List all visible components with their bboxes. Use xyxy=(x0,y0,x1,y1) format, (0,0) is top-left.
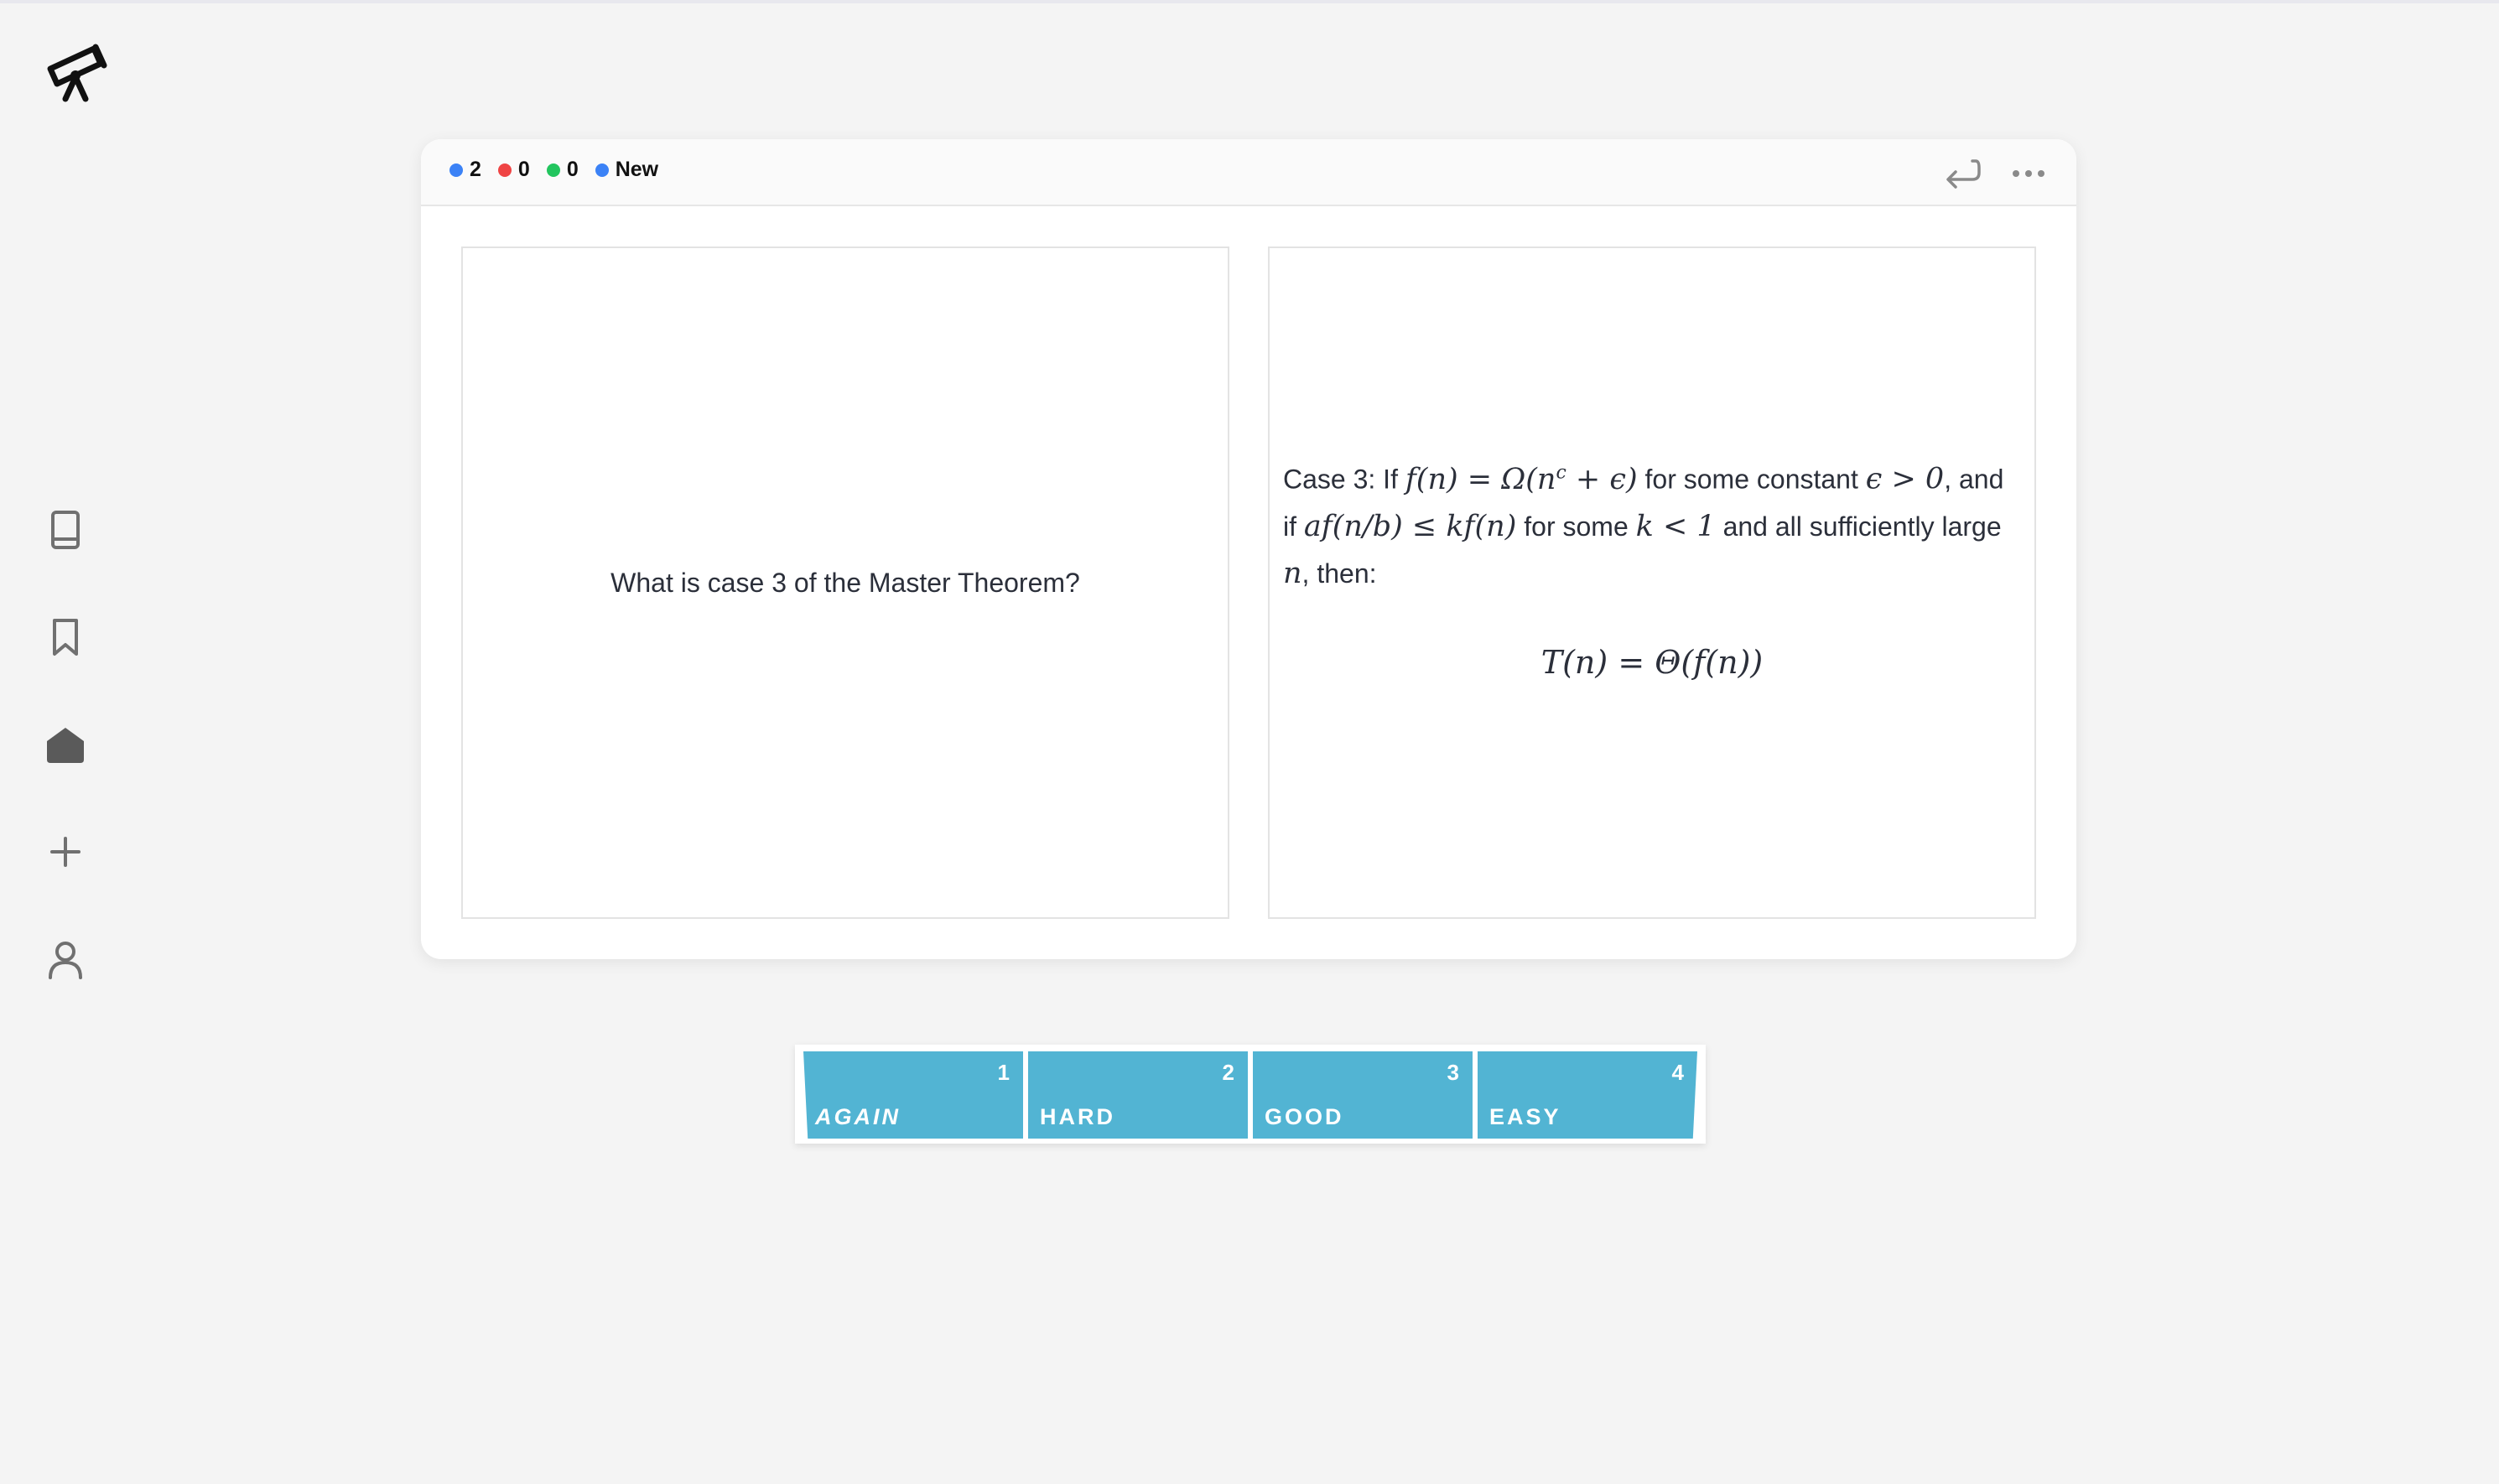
book-icon[interactable] xyxy=(44,508,87,552)
green-dot-icon xyxy=(546,163,560,177)
math-inline: af(n/b) ≤ kf(n) xyxy=(1303,509,1517,543)
undo-icon[interactable] xyxy=(1939,151,1984,196)
user-icon[interactable] xyxy=(44,937,87,981)
card-front: What is case 3 of the Master Theorem? xyxy=(461,246,1229,919)
answer-text: Case 3: If f(n) = Ω(nc + ϵ) for some con… xyxy=(1283,449,2021,597)
question-text: What is case 3 of the Master Theorem? xyxy=(610,567,1080,598)
hard-button[interactable]: 2 HARD xyxy=(1028,1051,1248,1139)
math-inline: n xyxy=(1283,556,1302,590)
math-display: T(n) = Θ(f(n)) xyxy=(1540,644,1764,681)
grade-label: AGAIN xyxy=(815,1104,901,1129)
answer-fragment: , then: xyxy=(1301,558,1377,589)
plus-icon[interactable] xyxy=(44,830,87,874)
answer-fragment: for some xyxy=(1516,511,1636,542)
grade-label: GOOD xyxy=(1265,1104,1344,1129)
math-inline: k < 1 xyxy=(1635,509,1716,543)
shortcut-key: 2 xyxy=(1222,1060,1234,1085)
count-green: 0 xyxy=(546,158,579,182)
review-counts: 2 0 0 New xyxy=(449,158,675,182)
grade-buttons: 1 AGAIN 2 HARD 3 GOOD 4 EASY xyxy=(795,1045,1706,1144)
home-icon[interactable] xyxy=(44,723,87,766)
count-value: 0 xyxy=(566,158,579,181)
telescope-icon[interactable] xyxy=(45,42,112,104)
math-inline: ϵ > 0 xyxy=(1865,462,1945,496)
math-fragment: + ϵ) xyxy=(1566,462,1638,496)
more-options-icon[interactable] xyxy=(2006,151,2051,196)
card-panel: 2 0 0 New What is case 3 of the Master T… xyxy=(421,139,2076,959)
again-button[interactable]: 1 AGAIN xyxy=(803,1051,1023,1139)
good-button[interactable]: 3 GOOD xyxy=(1253,1051,1473,1139)
bookmark-icon[interactable] xyxy=(44,615,87,659)
top-border xyxy=(0,0,2499,3)
red-dot-icon xyxy=(497,163,512,177)
math-fragment: f(n) = Ω(n xyxy=(1405,462,1556,496)
answer-fragment: for some constant xyxy=(1637,464,1866,495)
card-back: Case 3: If f(n) = Ω(nc + ϵ) for some con… xyxy=(1268,246,2036,919)
grade-label: EASY xyxy=(1489,1104,1561,1129)
grade-label: HARD xyxy=(1040,1104,1115,1129)
card-header: 2 0 0 New xyxy=(421,139,2076,206)
count-value: 0 xyxy=(517,158,530,181)
card-state-label: New xyxy=(615,158,659,181)
easy-button[interactable]: 4 EASY xyxy=(1478,1051,1697,1139)
count-value: 2 xyxy=(470,158,481,181)
math-superscript: c xyxy=(1556,462,1566,483)
math-inline: f(n) = Ω(nc + ϵ) xyxy=(1405,462,1638,496)
blue-dot-icon xyxy=(449,163,463,177)
blue-dot-icon xyxy=(595,163,609,177)
count-blue: 2 xyxy=(449,158,481,182)
answer-fragment: Case 3: If xyxy=(1283,464,1405,495)
shortcut-key: 3 xyxy=(1447,1060,1459,1085)
shortcut-key: 1 xyxy=(997,1060,1010,1085)
shortcut-key: 4 xyxy=(1671,1060,1684,1085)
answer-fragment: and all sufficiently large xyxy=(1715,511,2002,542)
count-red: 0 xyxy=(497,158,530,182)
card-state-badge: New xyxy=(595,158,658,182)
